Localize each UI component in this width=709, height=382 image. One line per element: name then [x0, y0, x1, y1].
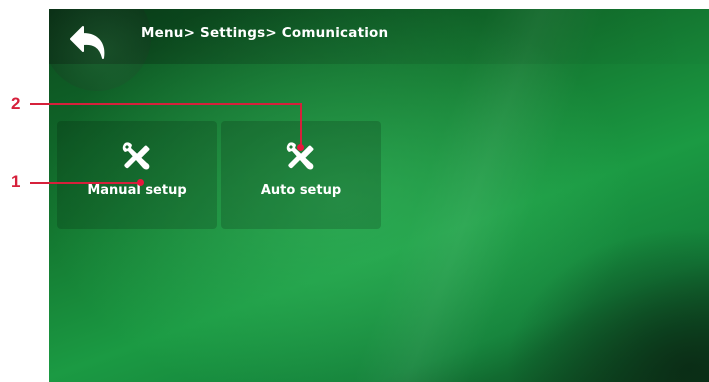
back-arrow-icon [70, 26, 105, 59]
manual-setup-label: Manual setup [87, 183, 187, 198]
back-button[interactable] [49, 9, 151, 91]
tools-icon [122, 142, 150, 170]
callout-line-1 [30, 182, 142, 184]
callout-number-2: 2 [11, 94, 21, 113]
callout-number-1: 1 [11, 172, 21, 191]
callout-line-2b [300, 103, 302, 147]
manual-setup-button[interactable]: Manual setup [57, 121, 217, 229]
auto-setup-label: Auto setup [260, 183, 342, 198]
callout-dot-2 [297, 144, 304, 151]
device-screen: Menu> Settings> Comunication Manual setu… [49, 9, 709, 382]
callout-line-2a [30, 103, 302, 105]
breadcrumb: Menu> Settings> Comunication [141, 25, 389, 41]
callout-dot-1 [137, 179, 144, 186]
